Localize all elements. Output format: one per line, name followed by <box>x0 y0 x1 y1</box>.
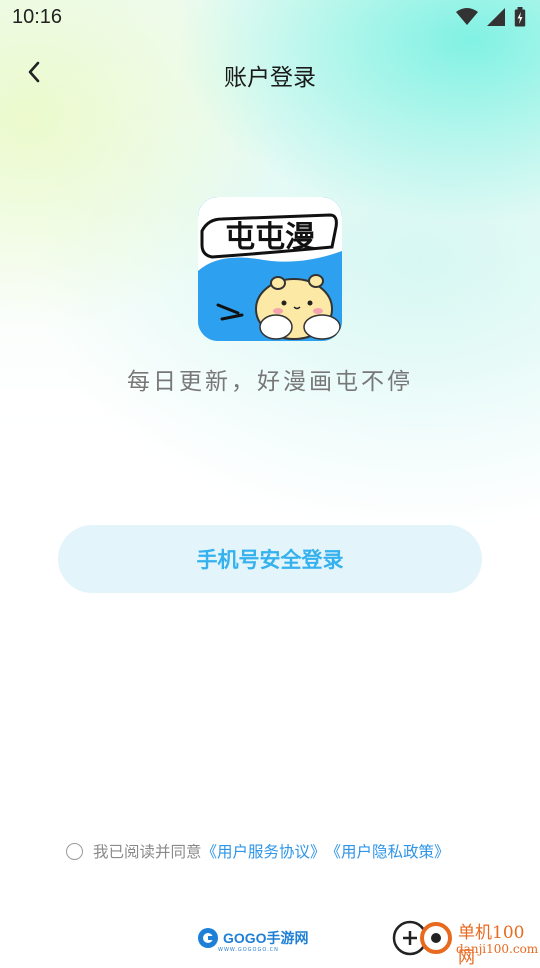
agreement-row: 我已阅读并同意 《用户服务协议》 《用户隐私政策》 <box>66 840 450 862</box>
status-icons <box>456 7 526 27</box>
page-background <box>0 0 540 960</box>
status-time: 10:16 <box>12 6 63 28</box>
phone-login-button[interactable]: 手机号安全登录 <box>58 525 482 593</box>
agreement-prefix: 我已阅读并同意 <box>93 843 202 861</box>
agreement-checkbox[interactable] <box>66 842 83 860</box>
watermark-gogo: GOGO手游网 WWW.GOGOGO.CN <box>196 925 309 953</box>
terms-link[interactable]: 《用户服务协议》 <box>202 840 326 862</box>
slogan: 每日更新，好漫画屯不停 <box>127 369 413 395</box>
watermark-gogo-sub: WWW.GOGOGO.CN <box>218 947 279 953</box>
privacy-link[interactable]: 《用户隐私政策》 <box>326 840 450 862</box>
page-title: 账户登录 <box>224 65 316 91</box>
watermark-gogo-text: GOGO手游网 <box>223 930 309 946</box>
watermark-danji: 单机100网 danji100.com <box>392 916 540 968</box>
app-logo-art: 屯屯漫 <box>198 197 342 341</box>
status-bar: 10:16 <box>0 0 540 36</box>
danji-logo-icon <box>392 920 452 956</box>
top-nav: 账户登录 <box>0 48 540 98</box>
signal-icon <box>487 8 505 26</box>
battery-icon <box>514 7 526 27</box>
logo-text: 屯屯漫 <box>225 220 315 255</box>
wifi-icon <box>456 8 478 25</box>
app-logo: 屯屯漫 <box>198 197 342 341</box>
gogo-logo-icon <box>198 928 218 948</box>
watermark-danji-en: danji100.com <box>456 942 539 956</box>
